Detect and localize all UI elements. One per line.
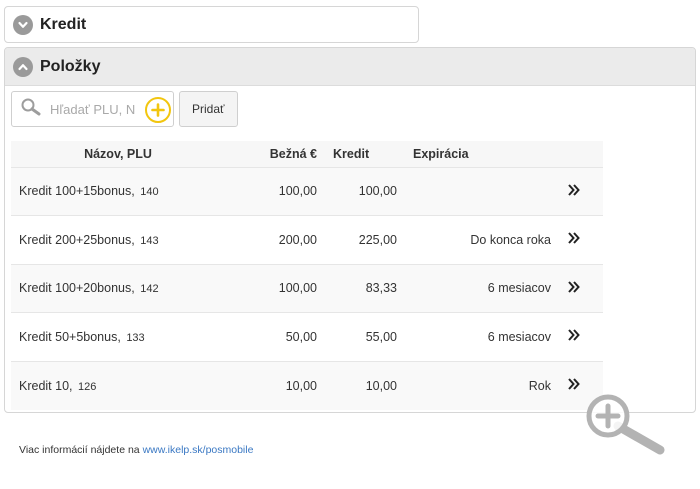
row-credit: 225,00 <box>358 232 397 247</box>
row-plu: 133 <box>126 331 145 344</box>
credit-panel-title: Kredit <box>40 15 87 33</box>
chevron-up-icon <box>13 56 33 77</box>
row-expiry: 6 mesiacov <box>487 281 551 296</box>
row-expiry: 6 mesiacov <box>487 329 551 344</box>
footer-link[interactable]: www.ikelp.sk/posmobile <box>143 444 254 456</box>
header-expiry[interactable]: Expirácia <box>405 141 559 167</box>
footer-text: Viac informácií nájdete na <box>19 444 140 456</box>
row-name: Kredit 100+20bonus, <box>19 281 135 296</box>
row-name-cell: Kredit 100+20bonus, 142 <box>11 264 225 313</box>
items-table: Názov, PLU Bežná € Kredit Expirácia Kred… <box>11 141 603 410</box>
footer: Viac informácií nájdete na www.ikelp.sk/… <box>19 444 253 456</box>
table-row[interactable]: Kredit 10, 126 10,00 10,00 Rok <box>11 361 603 410</box>
row-price: 10,00 <box>285 378 317 393</box>
header-price[interactable]: Bežná € <box>225 141 325 167</box>
table-header-row: Názov, PLU Bežná € Kredit Expirácia <box>11 141 603 167</box>
row-name: Kredit 50+5bonus, <box>19 329 121 344</box>
plus-circle-icon[interactable] <box>145 97 171 123</box>
chevron-down-icon <box>13 14 33 35</box>
double-chevron-right-icon[interactable] <box>567 280 581 297</box>
items-panel: Položky Pridať Názov, PLU Bež <box>4 47 696 413</box>
items-toolbar: Pridať <box>11 91 238 127</box>
row-action-cell <box>559 167 603 216</box>
row-credit: 55,00 <box>365 329 397 344</box>
row-price: 100,00 <box>278 281 317 296</box>
row-plu: 142 <box>140 283 159 296</box>
row-name: Kredit 200+25bonus, <box>19 232 135 247</box>
row-name-cell: Kredit 10, 126 <box>11 361 225 410</box>
row-name-cell: Kredit 100+15bonus, 140 <box>11 167 225 216</box>
row-price: 200,00 <box>278 232 317 247</box>
header-name[interactable]: Názov, PLU <box>11 141 225 167</box>
search-box <box>11 91 174 127</box>
table-row[interactable]: Kredit 50+5bonus, 133 50,00 55,00 6 mesi… <box>11 312 603 362</box>
row-action-cell <box>559 264 603 313</box>
add-button[interactable]: Pridať <box>179 91 238 127</box>
row-name: Kredit 10, <box>19 378 73 393</box>
table-row[interactable]: Kredit 100+20bonus, 142 100,00 83,33 6 m… <box>11 264 603 313</box>
row-plu: 143 <box>140 234 159 247</box>
row-credit: 83,33 <box>365 281 397 296</box>
row-price: 50,00 <box>285 329 317 344</box>
row-action-cell <box>559 216 603 265</box>
search-icon <box>20 97 42 122</box>
table-row[interactable]: Kredit 200+25bonus, 143 200,00 225,00 Do… <box>11 215 603 265</box>
row-expiry <box>405 167 559 216</box>
row-name: Kredit 100+15bonus, <box>19 184 135 199</box>
row-credit: 100,00 <box>358 184 397 199</box>
double-chevron-right-icon[interactable] <box>567 183 581 200</box>
row-price: 100,00 <box>278 184 317 199</box>
items-panel-header[interactable]: Položky <box>5 48 695 86</box>
credit-panel-header[interactable]: Kredit <box>4 6 419 43</box>
row-credit: 10,00 <box>365 378 397 393</box>
double-chevron-right-icon[interactable] <box>567 377 581 394</box>
row-plu: 140 <box>140 186 159 199</box>
row-expiry: Rok <box>528 378 551 393</box>
search-input[interactable] <box>48 100 140 118</box>
row-plu: 126 <box>78 380 97 393</box>
row-expiry: Do konca roka <box>470 232 551 247</box>
row-name-cell: Kredit 50+5bonus, 133 <box>11 313 225 362</box>
row-action-cell <box>559 313 603 362</box>
zoom-in-icon[interactable] <box>584 392 668 456</box>
table-row[interactable]: Kredit 100+15bonus, 140 100,00 100,00 <box>11 167 603 216</box>
row-name-cell: Kredit 200+25bonus, 143 <box>11 216 225 265</box>
header-credit[interactable]: Kredit <box>325 141 405 167</box>
header-action <box>559 141 603 167</box>
double-chevron-right-icon[interactable] <box>567 231 581 248</box>
items-panel-title: Položky <box>40 57 101 75</box>
double-chevron-right-icon[interactable] <box>567 328 581 345</box>
